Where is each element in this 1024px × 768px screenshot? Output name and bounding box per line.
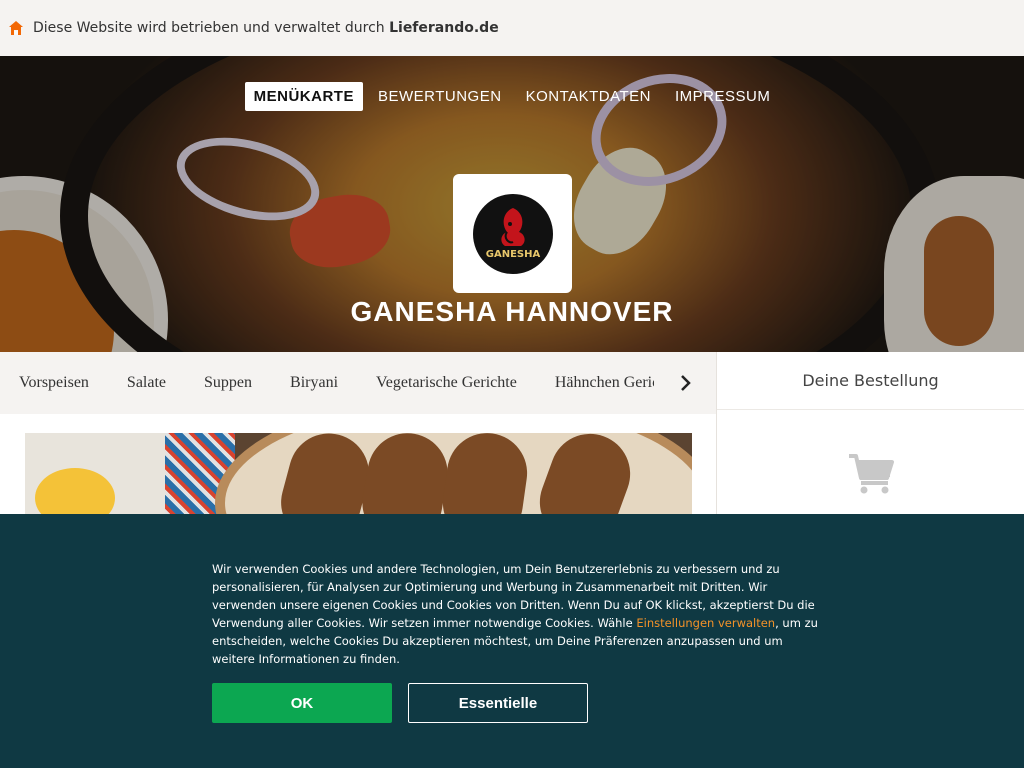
- order-title: Deine Bestellung: [717, 352, 1024, 410]
- logo-text: GANESHA: [485, 249, 540, 260]
- nav-bewertungen[interactable]: BEWERTUNGEN: [369, 82, 511, 111]
- cookie-banner: Wir verwenden Cookies und andere Technol…: [0, 514, 1024, 768]
- cookie-essential-button[interactable]: Essentielle: [408, 683, 588, 723]
- notice-brand[interactable]: Lieferando.de: [389, 20, 499, 36]
- cart-icon: [849, 454, 894, 494]
- category-bar: Vorspeisen Salate Suppen Biryani Vegetar…: [0, 352, 716, 414]
- cookie-settings-link[interactable]: Einstellungen verwalten: [636, 616, 775, 630]
- home-icon: [9, 21, 23, 35]
- category-image: [25, 433, 692, 523]
- category-vegetarische-gerichte[interactable]: Vegetarische Gerichte: [376, 374, 517, 392]
- nav-impressum[interactable]: IMPRESSUM: [666, 82, 779, 111]
- category-salate[interactable]: Salate: [127, 374, 166, 392]
- main-nav: MENÜKARTE BEWERTUNGEN KONTAKTDATEN IMPRE…: [0, 82, 1024, 111]
- cookie-ok-button[interactable]: OK: [212, 683, 392, 723]
- restaurant-logo: GANESHA: [453, 174, 572, 293]
- notice-text: Diese Website wird betrieben und verwalt…: [33, 20, 499, 36]
- nav-kontaktdaten[interactable]: KONTAKTDATEN: [517, 82, 660, 111]
- cookie-text: Wir verwenden Cookies und andere Technol…: [212, 562, 818, 666]
- restaurant-name: GANESHA HANNOVER: [350, 296, 674, 327]
- site-notice-bar: Diese Website wird betrieben und verwalt…: [0, 0, 1024, 56]
- category-biryani[interactable]: Biryani: [290, 374, 338, 392]
- chevron-right-icon[interactable]: [676, 373, 696, 393]
- category-vorspeisen[interactable]: Vorspeisen: [19, 374, 89, 392]
- category-haehnchen-gerichte[interactable]: Hähnchen Gerichte: [555, 374, 654, 392]
- ganesha-logo-icon: GANESHA: [472, 193, 553, 274]
- order-panel: Deine Bestellung: [716, 352, 1024, 514]
- category-suppen[interactable]: Suppen: [204, 374, 252, 392]
- nav-menukarte[interactable]: MENÜKARTE: [244, 82, 363, 111]
